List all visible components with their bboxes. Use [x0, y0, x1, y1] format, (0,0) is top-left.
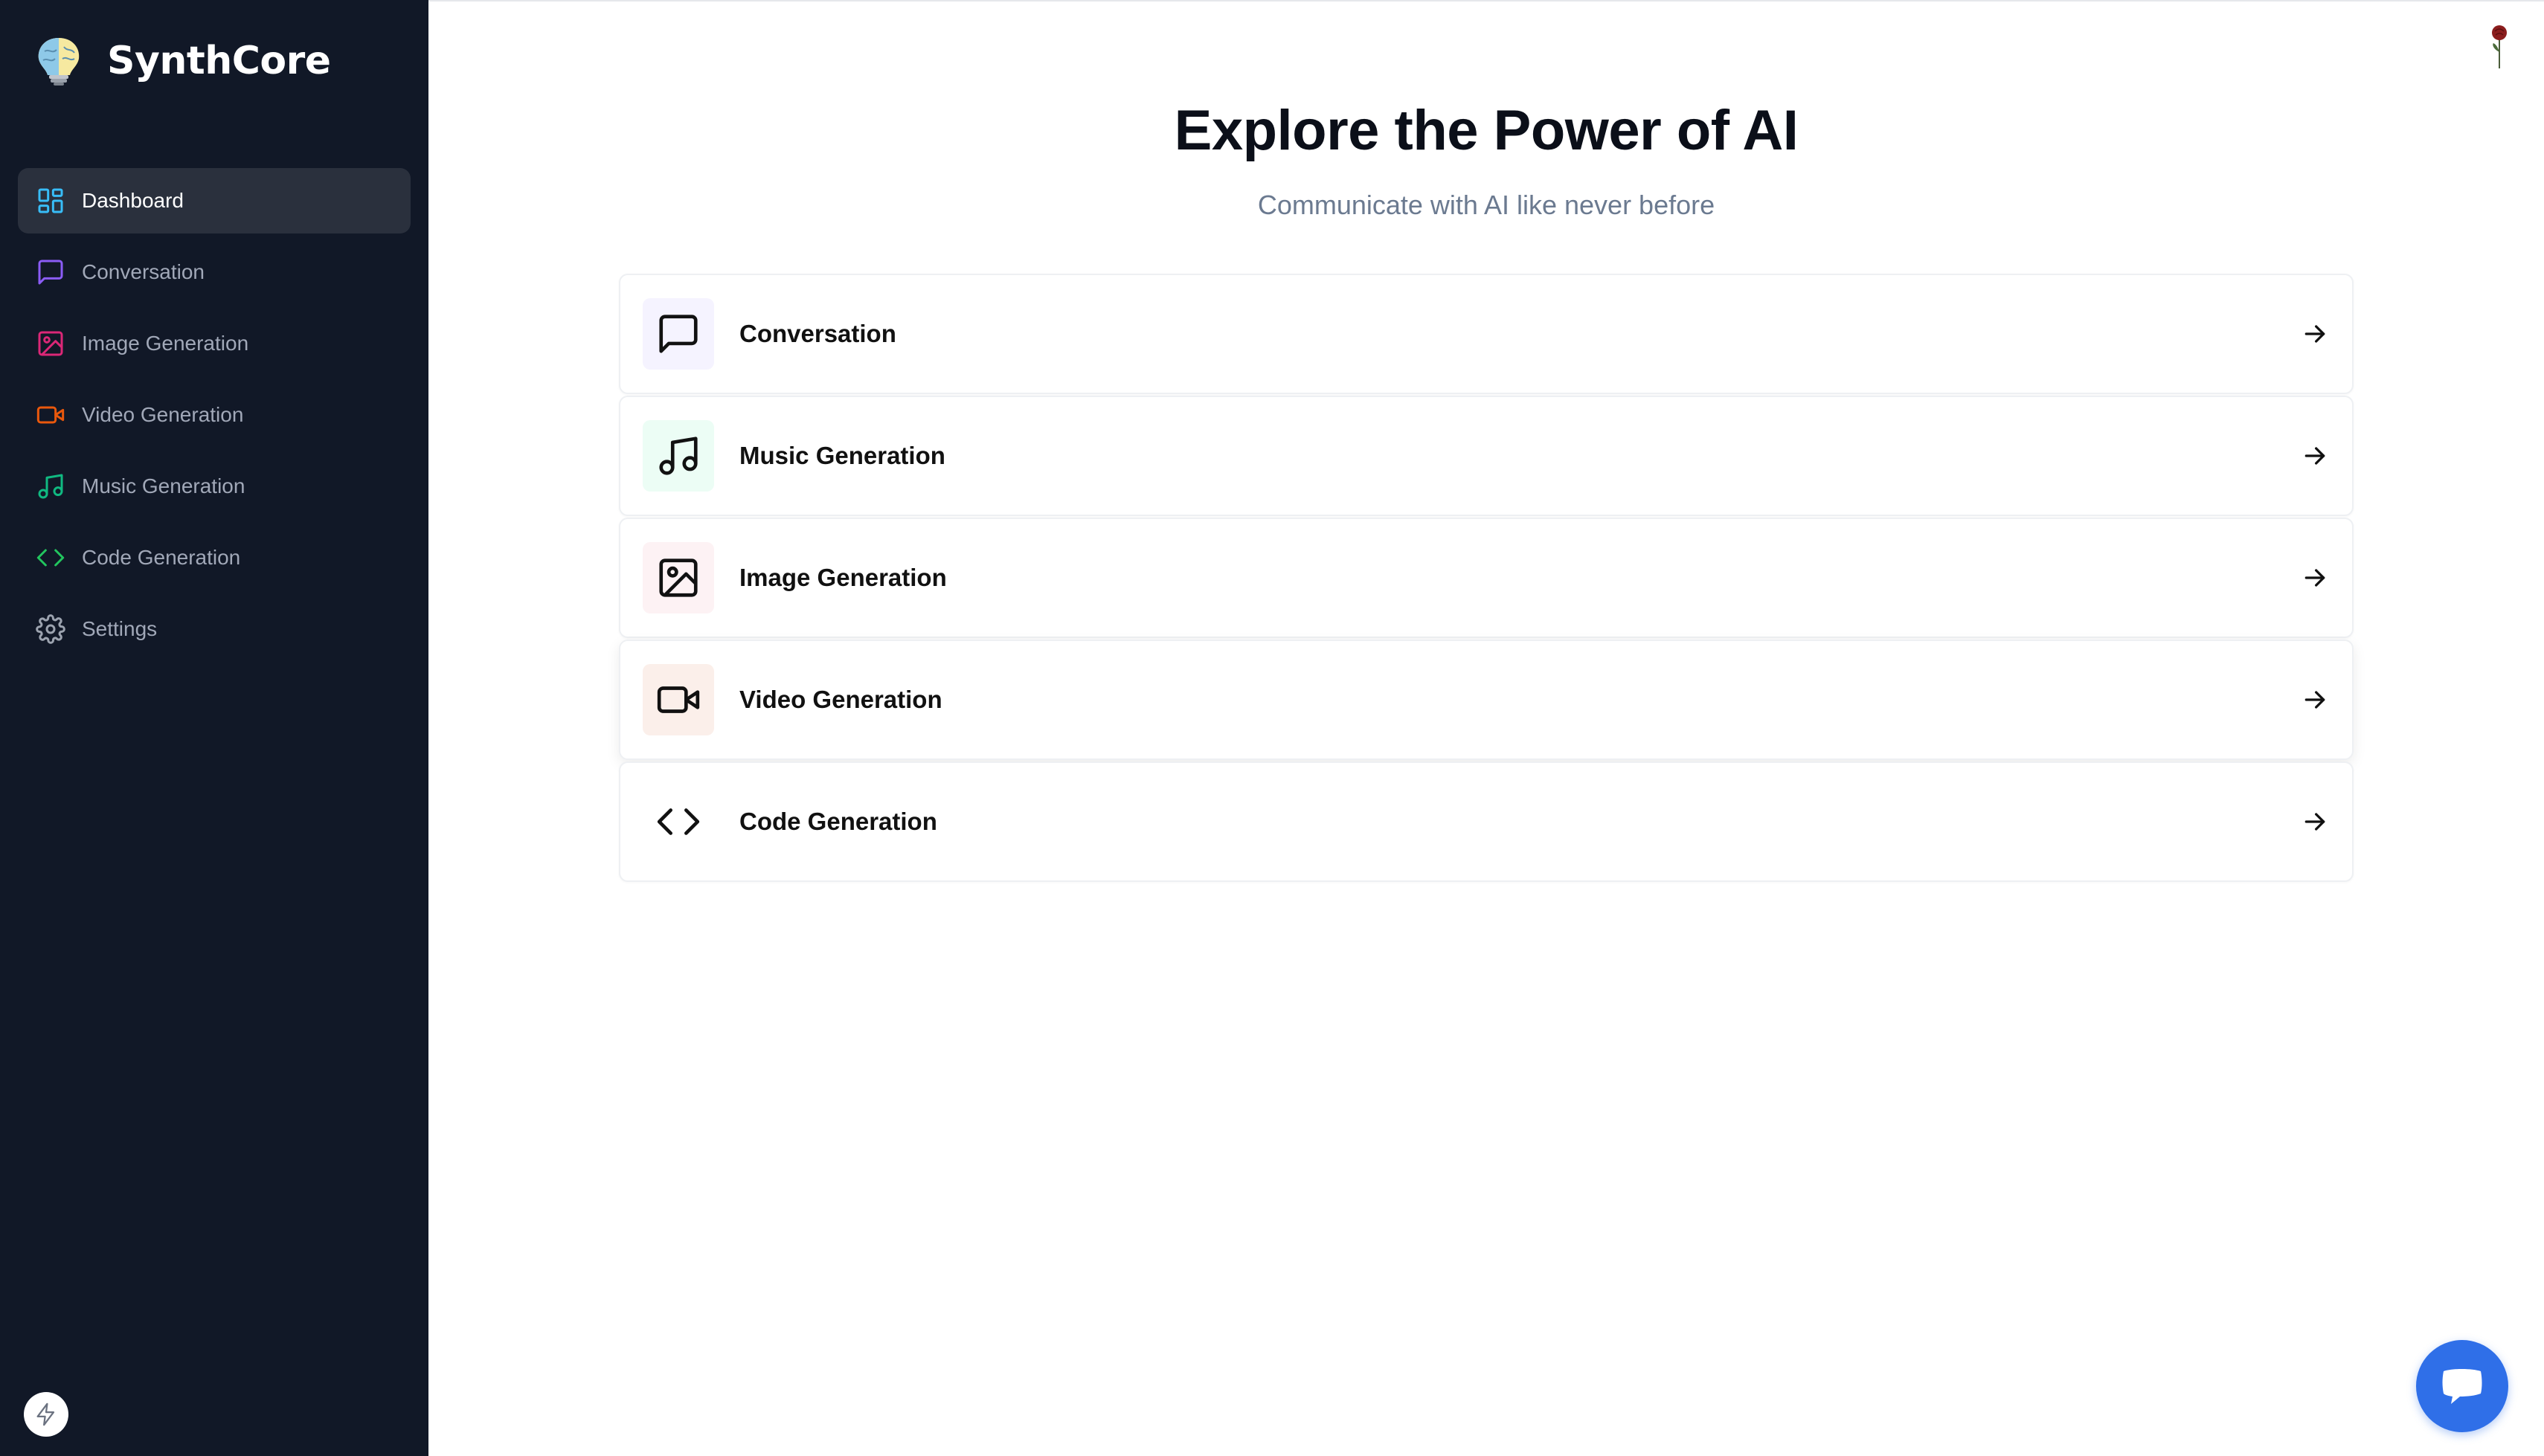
arrow-right-icon — [2304, 325, 2325, 343]
message-square-icon — [38, 260, 63, 285]
app-shell: SynthCore Dashboard Conversation Image G… — [0, 0, 2544, 1456]
sidebar-item-settings[interactable]: Settings — [18, 596, 411, 662]
arrow-right-icon — [2304, 447, 2325, 465]
sidebar-nav: Dashboard Conversation Image Generation … — [18, 168, 411, 668]
card-icon-container — [643, 298, 714, 370]
brand[interactable]: SynthCore — [34, 33, 331, 89]
sidebar-item-video-generation[interactable]: Video Generation — [18, 382, 411, 448]
code-icon — [657, 808, 700, 835]
dashboard-icon — [38, 188, 63, 213]
sidebar-item-music-generation[interactable]: Music Generation — [18, 454, 411, 519]
card-title: Code Generation — [739, 808, 937, 835]
sidebar-item-label: Video Generation — [82, 403, 244, 426]
sidebar-item-label: Code Generation — [82, 546, 241, 569]
video-icon — [36, 406, 65, 424]
sidebar-item-label: Settings — [82, 617, 158, 640]
sidebar-item-label: Music Generation — [82, 474, 245, 497]
bolt-icon — [36, 1402, 55, 1426]
music-icon — [659, 437, 698, 475]
sidebar-item-label: Conversation — [82, 260, 205, 283]
card-title: Music Generation — [739, 442, 945, 469]
card-title: Conversation — [739, 320, 896, 347]
card-title: Image Generation — [739, 564, 947, 591]
tool-card-conversation[interactable]: Conversation — [619, 274, 2354, 394]
card-icon-container — [643, 664, 714, 735]
sidebar-item-label: Dashboard — [82, 189, 184, 212]
chat-bubble-icon — [2442, 1369, 2482, 1404]
sidebar-item-conversation[interactable]: Conversation — [18, 239, 411, 305]
tool-cards: Conversation Music Generation Image Gene… — [619, 274, 2354, 883]
video-icon — [657, 686, 700, 713]
tool-card-music-generation[interactable]: Music Generation — [619, 396, 2354, 516]
sidebar-item-label: Image Generation — [82, 332, 249, 355]
sidebar-item-dashboard[interactable]: Dashboard — [18, 168, 411, 233]
user-avatar[interactable] — [2484, 22, 2514, 70]
arrow-right-icon — [2304, 691, 2325, 709]
message-square-icon — [659, 315, 698, 353]
tool-card-video-generation[interactable]: Video Generation — [619, 640, 2354, 760]
rose-avatar-icon — [2492, 25, 2507, 68]
brain-bulb-icon — [38, 38, 80, 86]
brand-name: SynthCore — [107, 39, 331, 83]
sidebar-item-image-generation[interactable]: Image Generation — [18, 311, 411, 376]
main-content: Explore the Power of AI Communicate with… — [428, 0, 2544, 1456]
music-icon — [38, 474, 63, 499]
bolt-badge[interactable] — [24, 1392, 68, 1437]
card-icon-container — [643, 542, 714, 613]
gear-icon — [36, 614, 65, 644]
tool-card-code-generation[interactable]: Code Generation — [619, 761, 2354, 882]
arrow-right-icon — [2304, 569, 2325, 587]
sidebar-item-code-generation[interactable]: Code Generation — [18, 525, 411, 590]
card-title: Video Generation — [739, 686, 942, 713]
chat-widget-button[interactable] — [2416, 1340, 2508, 1432]
tool-card-image-generation[interactable]: Image Generation — [619, 518, 2354, 638]
card-icon-container — [643, 420, 714, 492]
image-icon — [38, 331, 63, 356]
hero: Explore the Power of AI Communicate with… — [428, 98, 2544, 221]
card-icon-container — [643, 786, 714, 857]
code-icon — [36, 549, 65, 567]
arrow-right-icon — [2304, 813, 2325, 831]
page-subtitle: Communicate with AI like never before — [1257, 190, 1715, 220]
page-title: Explore the Power of AI — [1174, 99, 1799, 162]
image-icon — [659, 558, 698, 597]
sidebar: SynthCore Dashboard Conversation Image G… — [0, 0, 428, 1456]
